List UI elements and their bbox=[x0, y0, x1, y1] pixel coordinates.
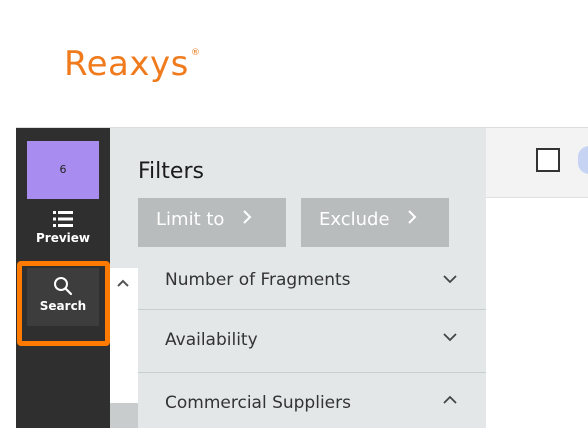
scrollbar-thumb[interactable] bbox=[110, 403, 138, 428]
search-highlight-box bbox=[17, 261, 110, 346]
facet-number-of-fragments[interactable]: Number of Fragments bbox=[138, 268, 486, 308]
results-toolbar bbox=[486, 128, 588, 198]
limit-to-label: Limit to bbox=[156, 209, 225, 230]
preview-label: Preview bbox=[35, 231, 90, 245]
app-header: Reaxys ® bbox=[16, 0, 588, 128]
select-all-checkbox[interactable] bbox=[536, 148, 560, 172]
facet-label: Commercial Suppliers bbox=[165, 393, 351, 413]
limit-to-button[interactable]: Limit to bbox=[138, 198, 286, 247]
facet-label: Number of Fragments bbox=[165, 270, 351, 290]
reaxys-logo[interactable]: Reaxys ® bbox=[64, 44, 201, 84]
logo-registered-mark: ® bbox=[190, 48, 201, 58]
chevron-down-icon bbox=[443, 333, 457, 342]
list-icon bbox=[53, 211, 73, 227]
exclude-button[interactable]: Exclude bbox=[301, 198, 449, 247]
chevron-right-icon bbox=[243, 210, 252, 224]
toolbar-indicator bbox=[578, 146, 588, 174]
chevron-up-icon bbox=[443, 395, 457, 404]
facet-commercial-suppliers[interactable]: Commercial Suppliers bbox=[138, 372, 486, 428]
facet-scrollbar[interactable] bbox=[110, 268, 138, 428]
filters-panel: Filters Limit to Exclude Number of Fragm… bbox=[110, 128, 486, 428]
chevron-down-icon bbox=[443, 275, 457, 284]
logo-text: Reaxys bbox=[64, 44, 189, 84]
exclude-label: Exclude bbox=[319, 209, 390, 230]
selection-count-badge[interactable]: 6 bbox=[27, 141, 99, 199]
chevron-up-icon[interactable] bbox=[117, 278, 129, 288]
selection-count: 6 bbox=[59, 163, 67, 176]
facet-availability[interactable]: Availability bbox=[138, 309, 486, 369]
facet-label: Availability bbox=[165, 330, 258, 350]
chevron-right-icon bbox=[408, 210, 417, 224]
window-edge bbox=[0, 0, 16, 428]
filters-title: Filters bbox=[138, 159, 204, 184]
preview-button[interactable]: Preview bbox=[27, 204, 99, 256]
